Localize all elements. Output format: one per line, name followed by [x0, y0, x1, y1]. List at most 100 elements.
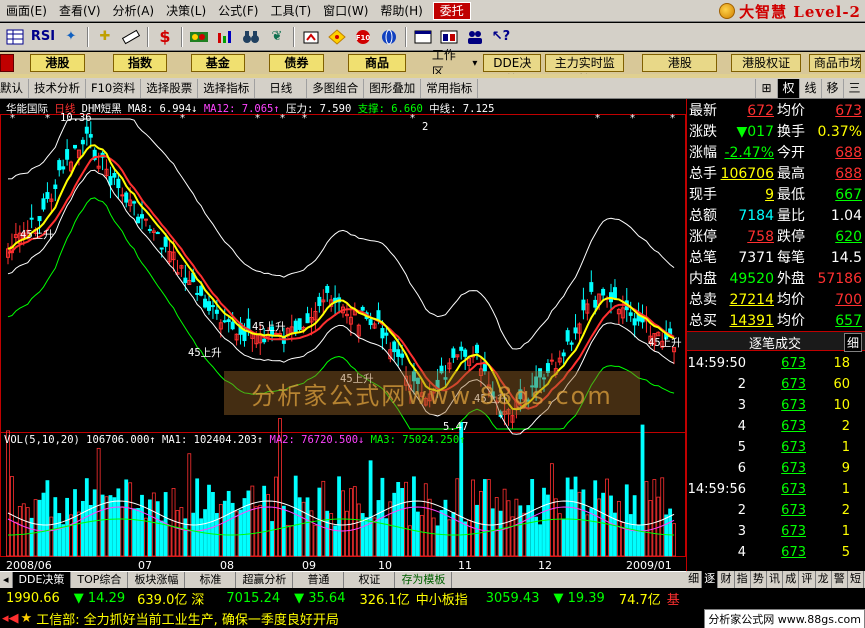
ma-readout: MA8: 6.994↓ MA12: 7.065↑ 压力: 7.590 支撑: 6… — [128, 103, 494, 115]
menu-screen[interactable]: 画面(E) — [0, 0, 53, 22]
sb-multi-chart[interactable]: 多图组合 — [307, 78, 365, 98]
volume-bar — [565, 477, 570, 557]
sb-select-indicator[interactable]: 选择指标 — [198, 78, 256, 98]
readout-item: VOL(5,10,20) — [4, 434, 80, 446]
candle-body — [561, 352, 566, 357]
menu-decision[interactable]: 决策(L) — [160, 0, 212, 22]
bird-icon[interactable]: ❦ — [266, 26, 288, 48]
ruler-icon[interactable] — [120, 26, 142, 48]
panel-tab-grid[interactable]: ⊞ — [755, 79, 777, 98]
commodity-market-button[interactable]: 商品市场 — [808, 54, 861, 72]
panel-tab-rights[interactable]: 权 — [777, 79, 799, 98]
sb-overlay[interactable]: 图形叠加 — [364, 78, 422, 98]
quote-view-tab[interactable]: 讯 — [767, 571, 784, 588]
ticks-detail-button[interactable]: 细 — [843, 333, 862, 352]
volume-bar — [195, 478, 200, 557]
quote-view-tab[interactable]: 评 — [799, 571, 816, 588]
tab-save-template[interactable]: 存为模板 — [395, 572, 453, 588]
star-icon[interactable]: ✦ — [60, 26, 82, 48]
tab-super-analysis[interactable]: 超赢分析 — [236, 572, 294, 588]
candle-body — [376, 310, 381, 321]
news-headline[interactable]: 全力抓好当前工业生产, 确保一季度良好开局 — [84, 609, 339, 628]
volume-bar — [270, 521, 274, 557]
quote-view-tab[interactable]: 成 — [783, 571, 800, 588]
main-force-monitor-button[interactable]: 主力实时监控 — [545, 54, 625, 87]
users-icon[interactable] — [464, 26, 486, 48]
index-button[interactable]: 指数 — [113, 54, 167, 72]
sb-technical-analysis[interactable]: 技术分析 — [29, 78, 86, 98]
menu-view[interactable]: 查看(V) — [53, 0, 107, 22]
news-nav-icon[interactable]: ◂◀ — [2, 611, 19, 626]
index-ticker-bar: 1990.66 ▼ 14.29 639.0亿深 7015.24 ▼ 35.64 326.1… — [0, 588, 865, 608]
volume-bar — [222, 500, 227, 557]
rsi-icon[interactable]: RSI — [30, 26, 56, 48]
hk-warrant-button[interactable]: 港股权证 — [731, 54, 801, 72]
menu-tools[interactable]: 工具(T) — [264, 0, 317, 22]
pattern-icon[interactable] — [188, 26, 210, 48]
commodity-button[interactable]: 商品 — [348, 54, 406, 72]
quote-view-tab[interactable]: 势 — [751, 571, 767, 588]
readout-item: MA8: 6.994↓ — [127, 103, 198, 115]
globe-icon[interactable] — [378, 26, 400, 48]
kline-chart-svg[interactable]: * * * * * * * * * *2008/06 07 08 09 10 11 12 2009/01 — [0, 99, 686, 571]
panel-tab-move[interactable]: 移 — [821, 79, 843, 98]
menu-formula[interactable]: 公式(F) — [212, 0, 264, 22]
tab-dde[interactable]: DDE决策 — [12, 572, 72, 588]
fund-button[interactable]: 基金 — [190, 54, 245, 72]
menu-analysis[interactable]: 分析(A) — [107, 0, 161, 22]
quote-label: 今开 — [777, 145, 805, 161]
hk-stock-button[interactable]: 港股 — [29, 54, 86, 72]
tab-warrant[interactable]: 权证 — [344, 572, 396, 588]
diamond-icon[interactable] — [326, 26, 348, 48]
volume-readout: VOL(5,10,20) 106706.000↑ MA1: 102404.203… — [4, 434, 466, 446]
trade-button[interactable]: 委托 — [432, 1, 471, 20]
sb-daily[interactable]: 日线 — [255, 78, 308, 98]
binoculars-icon[interactable] — [240, 26, 262, 48]
panel-tab-line[interactable]: 线 — [799, 79, 821, 98]
sb-select-stock[interactable]: 选择股票 — [141, 78, 199, 98]
quote-view-tab[interactable]: 细 — [686, 571, 703, 588]
quote-view-tab[interactable]: 指 — [735, 571, 751, 588]
tab-normal[interactable]: 普通 — [293, 572, 345, 588]
tab-sector-gain[interactable]: 板块涨幅 — [128, 572, 186, 588]
flow-icon[interactable] — [214, 26, 236, 48]
panel-tab-three[interactable]: 三 — [843, 79, 865, 98]
help-icon[interactable]: ↖? — [490, 26, 512, 48]
menu-help[interactable]: 帮助(H) — [374, 0, 428, 22]
bond-button[interactable]: 债券 — [268, 54, 325, 72]
tab-standard[interactable]: 标准 — [185, 572, 237, 588]
tick-volume: 10 — [833, 398, 850, 413]
grid-icon[interactable] — [4, 26, 26, 48]
move-icon[interactable]: ✚ — [94, 26, 116, 48]
quote-view-tab[interactable]: 逐 — [702, 571, 719, 588]
sb-common-indicators[interactable]: 常用指标 — [421, 78, 479, 98]
sb-f10[interactable]: F10资料 — [86, 78, 142, 98]
kline-chart-panel[interactable]: * * * * * * * * * * 2008/06 07 08 09 10 11 12 2009/01 华能国… — [0, 99, 686, 571]
volume-bar — [108, 495, 113, 557]
sb-default[interactable]: 默认 — [0, 78, 29, 98]
board-icon[interactable] — [438, 26, 460, 48]
tab-top[interactable]: TOP综合 — [71, 572, 129, 588]
menu-window[interactable]: 窗口(W) — [317, 0, 374, 22]
volume-bar — [45, 480, 50, 557]
target-icon[interactable] — [300, 26, 322, 48]
volume-bar — [179, 507, 184, 557]
workspace-dropdown-icon[interactable]: ▾ — [472, 58, 477, 69]
hk-stock-button-2[interactable]: 港股 — [642, 54, 718, 72]
index-value: 3059.43 — [485, 590, 540, 606]
fb-left-edge — [0, 54, 14, 72]
quote-view-tab[interactable]: 龙 — [816, 571, 832, 588]
volume-bar — [274, 476, 278, 557]
quote-view-tab[interactable]: 财 — [718, 571, 735, 588]
quote-row: 涨停 758 跌停 620 — [687, 227, 865, 247]
window-icon[interactable] — [412, 26, 434, 48]
volume-bar — [589, 508, 594, 557]
money-icon[interactable]: $ — [154, 26, 176, 48]
f10-icon[interactable]: F10 — [352, 26, 374, 48]
volume-bar — [289, 525, 294, 557]
dde-decision-button[interactable]: DDE决策 — [483, 54, 542, 87]
quote-view-tab[interactable]: 警 — [832, 571, 848, 588]
tab-scroll-icon[interactable]: ◂ — [0, 572, 13, 588]
quote-view-tab[interactable]: 短 — [848, 571, 865, 588]
volume-bar — [309, 510, 314, 557]
